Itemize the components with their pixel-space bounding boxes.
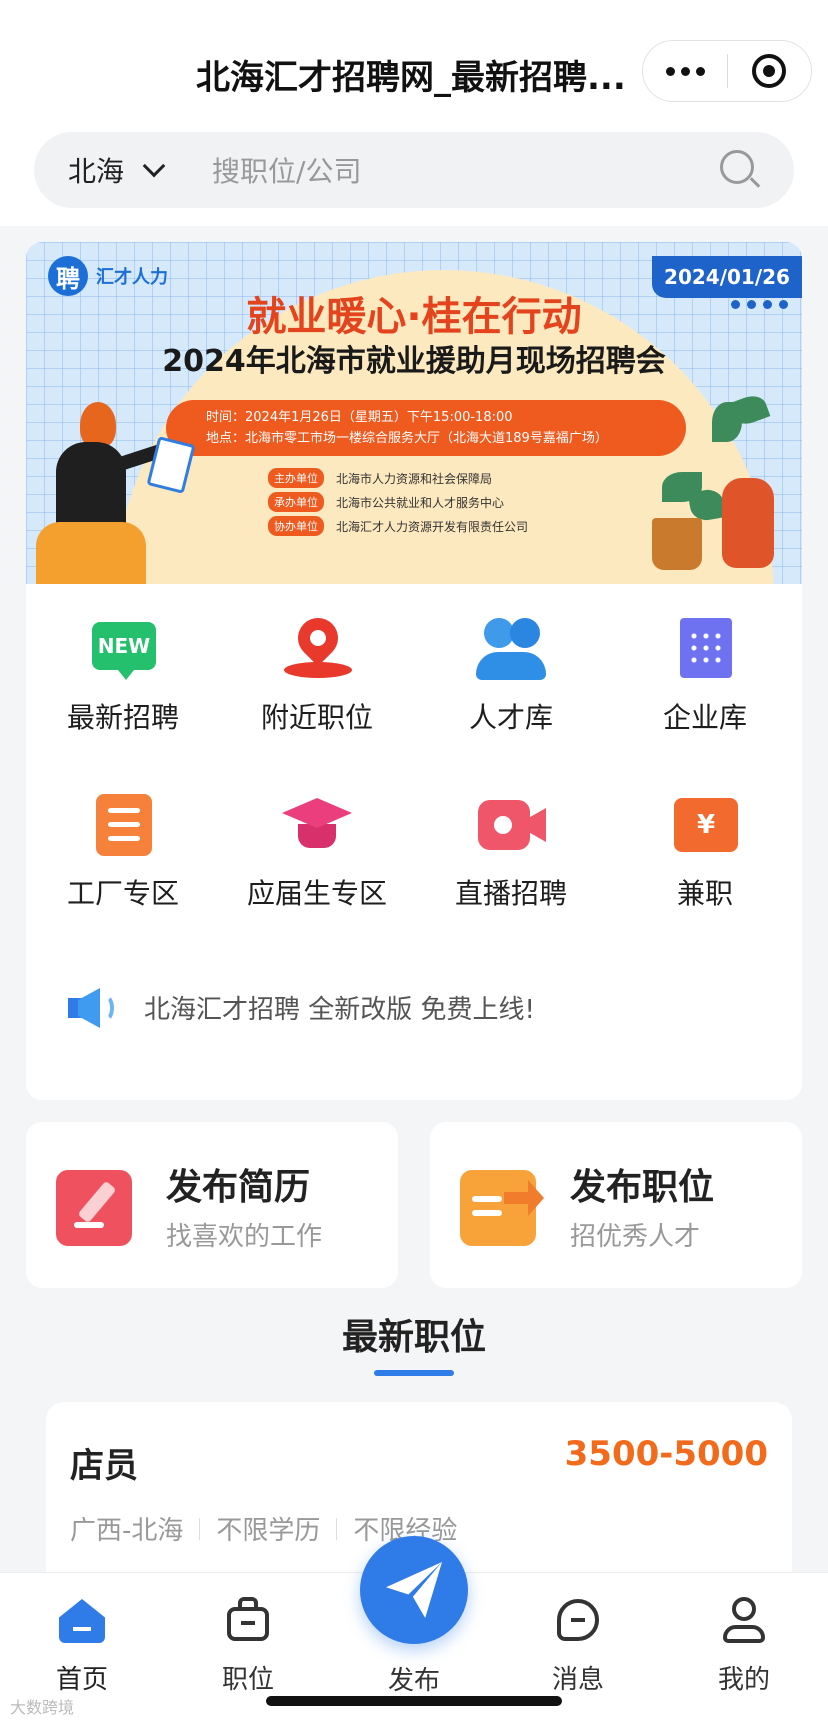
banner-headline: 就业暖心·桂在行动 [246, 294, 582, 340]
share-job-icon [460, 1170, 536, 1246]
dot-icon [695, 66, 705, 76]
tab-home[interactable]: 首页 [22, 1595, 142, 1696]
briefcase-icon [223, 1595, 273, 1645]
watermark: 大数跨境 [10, 1698, 75, 1717]
publish-button[interactable] [360, 1536, 468, 1644]
menu-item-factory-zone[interactable]: 工厂专区 [26, 786, 220, 926]
menu-item-live-recruiting[interactable]: 直播招聘 [414, 786, 608, 926]
menu-item-company-pool[interactable]: 企业库 [608, 610, 802, 750]
tab-jobs[interactable]: 职位 [188, 1595, 308, 1696]
job-title: 店员 [70, 1446, 138, 1486]
banner-time: 时间：2024年1月26日（星期五）下午15:00-18:00 [206, 410, 513, 425]
building-icon [670, 616, 740, 682]
miniprogram-capsule [642, 40, 812, 102]
banner-organizer: 协办单位 北海汇才人力资源开发有限责任公司 [268, 516, 528, 536]
tab-me[interactable]: 我的 [684, 1595, 804, 1696]
graduation-cap-icon [282, 792, 352, 858]
menu-item-talent-pool[interactable]: 人才库 [414, 610, 608, 750]
close-miniprogram-button[interactable] [728, 41, 811, 101]
job-tag-education: 不限学历 [216, 1516, 321, 1546]
target-icon [752, 54, 787, 88]
promo-banner[interactable]: 聘 汇才人力 2024/01/26 就业暖心·桂在行动 2024年北海市就业援助… [26, 242, 802, 584]
banner-illustration-plant [652, 391, 782, 584]
menu-item-part-time[interactable]: ¥ 兼职 [608, 786, 802, 926]
banner-organizer: 承办单位 北海市公共就业和人才服务中心 [268, 492, 504, 512]
banner-place: 地点：北海市零工市场一楼综合服务大厅（北海大道189号嘉福广场） [206, 431, 608, 446]
people-icon [476, 616, 546, 682]
post-resume-subtitle: 找喜欢的工作 [166, 1222, 323, 1252]
tab-publish-label: 发布 [387, 1666, 440, 1696]
banner-subhead: 2024年北海市就业援助月现场招聘会 [162, 344, 666, 379]
menu-item-latest-jobs[interactable]: NEW 最新招聘 [26, 610, 220, 750]
job-tag-location: 广西-北海 [70, 1516, 184, 1546]
yen-ticket-icon: ¥ [670, 792, 740, 858]
post-job-card[interactable]: 发布职位 招优秀人才 [430, 1122, 802, 1288]
section-underline [374, 1370, 454, 1376]
post-job-subtitle: 招优秀人才 [570, 1222, 701, 1252]
user-icon [719, 1595, 769, 1645]
post-resume-title: 发布简历 [166, 1167, 311, 1208]
menu-item-graduate-zone[interactable]: 应届生专区 [220, 786, 414, 926]
tab-messages[interactable]: 消息 [518, 1595, 638, 1696]
top-bar: 北海汇才招聘网_最新招聘... 北海 搜职位/公司 [0, 0, 828, 226]
job-salary: 3500-5000 [564, 1434, 768, 1474]
banner-info: 时间：2024年1月26日（星期五）下午15:00-18:00 地点：北海市零工… [166, 400, 686, 456]
new-icon: NEW [88, 616, 158, 682]
tag-divider [336, 1517, 338, 1540]
video-camera-icon [476, 792, 546, 858]
city-selector[interactable]: 北海 [68, 150, 124, 190]
home-indicator [266, 1696, 562, 1706]
location-pin-icon [282, 609, 352, 682]
page-title: 北海汇才招聘网_最新招聘... [196, 58, 626, 98]
main-card: 聘 汇才人力 2024/01/26 就业暖心·桂在行动 2024年北海市就业援助… [26, 242, 802, 1100]
list-icon [88, 792, 158, 858]
announcement-text: 北海汇才招聘 全新改版 免费上线! [144, 994, 535, 1025]
dot-icon [680, 66, 690, 76]
speaker-icon [66, 982, 118, 1032]
search-bar: 北海 搜职位/公司 [34, 132, 794, 208]
search-icon[interactable] [720, 150, 761, 190]
edit-resume-icon [56, 1170, 132, 1246]
more-options-button[interactable] [643, 41, 727, 101]
dot-icon [665, 66, 675, 76]
post-resume-card[interactable]: 发布简历 找喜欢的工作 [26, 1122, 398, 1288]
chevron-down-icon[interactable] [142, 154, 166, 178]
tag-divider [199, 1517, 201, 1540]
section-title: 最新职位 [341, 1317, 486, 1358]
banner-organizer: 主办单位 北海市人力资源和社会保障局 [268, 468, 492, 488]
search-input[interactable]: 搜职位/公司 [212, 150, 720, 190]
announcement-bar[interactable]: 北海汇才招聘 全新改版 免费上线! [66, 982, 535, 1032]
message-icon [553, 1595, 603, 1645]
post-job-title: 发布职位 [570, 1167, 715, 1208]
menu-item-nearby-jobs[interactable]: 附近职位 [220, 609, 414, 750]
paper-plane-icon [386, 1562, 442, 1618]
banner-illustration-person [26, 392, 196, 584]
home-icon [57, 1595, 107, 1645]
